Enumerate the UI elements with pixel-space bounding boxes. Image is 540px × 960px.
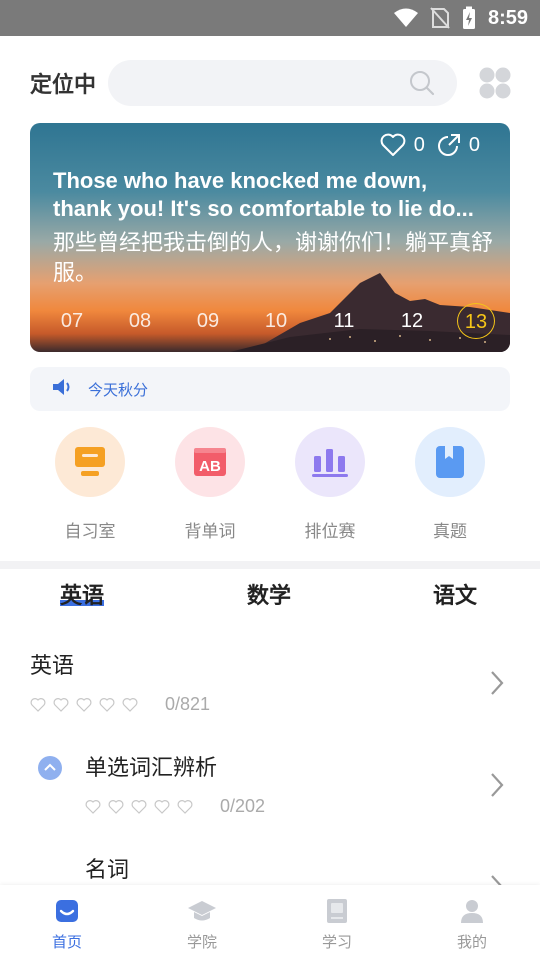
nav-label: 我的 xyxy=(456,933,487,951)
search-icon[interactable] xyxy=(409,70,435,100)
status-bar: 8:59 xyxy=(0,0,540,36)
graduation-cap-icon xyxy=(162,897,242,925)
list-item-progress: 0/821 xyxy=(165,694,211,714)
date-selector: 07 08 09 10 11 12 13 xyxy=(53,303,495,339)
notice-text: 今天秋分 xyxy=(88,380,149,399)
tab-english[interactable]: 英语 xyxy=(60,578,105,610)
desk-icon xyxy=(55,427,125,497)
heart-outline-icon xyxy=(30,698,46,712)
subject-tabs: 英语 数学 语文 xyxy=(0,578,540,618)
date-item[interactable]: 07 xyxy=(53,303,91,339)
share-icon xyxy=(437,134,460,156)
svg-text:AB: AB xyxy=(199,458,221,475)
user-icon xyxy=(432,897,512,925)
list-item-title: 单选词汇辨析 xyxy=(85,756,218,781)
tab-chinese[interactable]: 语文 xyxy=(433,578,477,610)
action-past-papers[interactable]: 真题 xyxy=(390,427,510,542)
action-label: 排位赛 xyxy=(304,522,356,542)
heart-outline-icon xyxy=(131,800,147,814)
rating-hearts xyxy=(30,697,145,712)
action-vocabulary[interactable]: AB 背单词 xyxy=(150,427,270,542)
date-item[interactable]: 10 xyxy=(257,303,295,339)
heart-outline-icon xyxy=(85,800,101,814)
action-label: 背单词 xyxy=(184,522,236,542)
date-item[interactable]: 12 xyxy=(393,303,431,339)
heart-outline-icon xyxy=(154,800,170,814)
list-item-meta: 0/821 xyxy=(30,694,210,715)
bar-chart-icon xyxy=(295,427,365,497)
date-item-active[interactable]: 13 xyxy=(457,303,495,339)
search-bar[interactable] xyxy=(108,60,457,106)
quote-chinese: 那些曾经把我击倒的人，谢谢你们！躺平真舒服。 xyxy=(53,231,494,286)
status-time: 8:59 xyxy=(487,6,528,29)
chevron-right-icon xyxy=(490,670,504,700)
heart-outline-icon xyxy=(76,698,92,712)
tab-math[interactable]: 数学 xyxy=(247,578,291,610)
chapter-list: 英语 0/821 单选词汇辨析 0/202 名词 xyxy=(0,640,540,885)
nav-home[interactable]: 首页 xyxy=(27,897,107,952)
chevron-right-icon xyxy=(490,874,504,885)
date-item[interactable]: 11 xyxy=(325,303,363,339)
action-study-room[interactable]: 自习室 xyxy=(30,427,150,542)
heart-outline-icon xyxy=(53,698,69,712)
action-label: 真题 xyxy=(433,522,467,542)
speaker-icon xyxy=(52,378,74,400)
share-button[interactable]: 0 xyxy=(437,133,480,157)
quote-english: Those who have knocked me down, thank yo… xyxy=(53,167,493,223)
heart-outline-icon xyxy=(177,800,193,814)
quote-english-line-1: Those who have knocked me down, xyxy=(53,168,428,193)
location-button[interactable]: 定位中 xyxy=(30,67,108,99)
notice-bar[interactable]: 今天秋分 xyxy=(30,367,510,411)
header: 定位中 xyxy=(30,60,512,106)
section-divider xyxy=(0,561,540,569)
nav-study[interactable]: 学习 xyxy=(297,897,377,952)
heart-outline-icon xyxy=(122,698,138,712)
nav-profile[interactable]: 我的 xyxy=(432,897,512,952)
list-item-title: 名词 xyxy=(85,858,130,883)
like-button[interactable]: 0 xyxy=(380,133,425,157)
quote-english-line-2: thank you! It's so comfortable to lie do… xyxy=(53,196,474,221)
battery-charging-icon xyxy=(462,6,476,30)
rating-hearts xyxy=(85,799,200,814)
like-count: 0 xyxy=(413,133,425,156)
list-item-progress: 0/202 xyxy=(220,796,266,816)
banner-stats: 0 0 xyxy=(368,133,480,157)
ab-card-icon: AB xyxy=(175,427,245,497)
list-item-title: 英语 xyxy=(30,654,75,679)
nav-academy[interactable]: 学院 xyxy=(162,897,242,952)
heart-icon xyxy=(380,133,406,156)
action-label: 自习室 xyxy=(64,522,116,542)
notebook-icon xyxy=(297,897,377,925)
action-ranking[interactable]: 排位赛 xyxy=(270,427,390,542)
home-icon xyxy=(27,897,107,925)
nav-label: 学习 xyxy=(321,933,352,951)
quick-actions: 自习室 AB 背单词 排位赛 真题 xyxy=(0,427,540,547)
chevron-up-circle-icon[interactable] xyxy=(38,756,62,784)
book-icon xyxy=(415,427,485,497)
share-count: 0 xyxy=(468,133,480,156)
list-item-meta: 0/202 xyxy=(85,796,265,817)
bottom-navigation: 首页 学院 学习 我的 xyxy=(0,885,540,960)
nav-label: 学院 xyxy=(186,933,217,951)
nav-label: 首页 xyxy=(51,933,82,951)
no-signal-icon xyxy=(430,7,450,29)
heart-outline-icon xyxy=(99,698,115,712)
apps-grid-icon[interactable] xyxy=(478,66,512,100)
daily-quote-banner[interactable]: 0 0 Those who have knocked me down, than… xyxy=(30,123,510,352)
heart-outline-icon xyxy=(108,800,124,814)
app-screen: 8:59 定位中 0 0 Those who have knocked me d… xyxy=(0,0,540,960)
chevron-right-icon xyxy=(490,772,504,802)
date-item[interactable]: 08 xyxy=(121,303,159,339)
date-item[interactable]: 09 xyxy=(189,303,227,339)
wifi-icon xyxy=(393,8,418,28)
